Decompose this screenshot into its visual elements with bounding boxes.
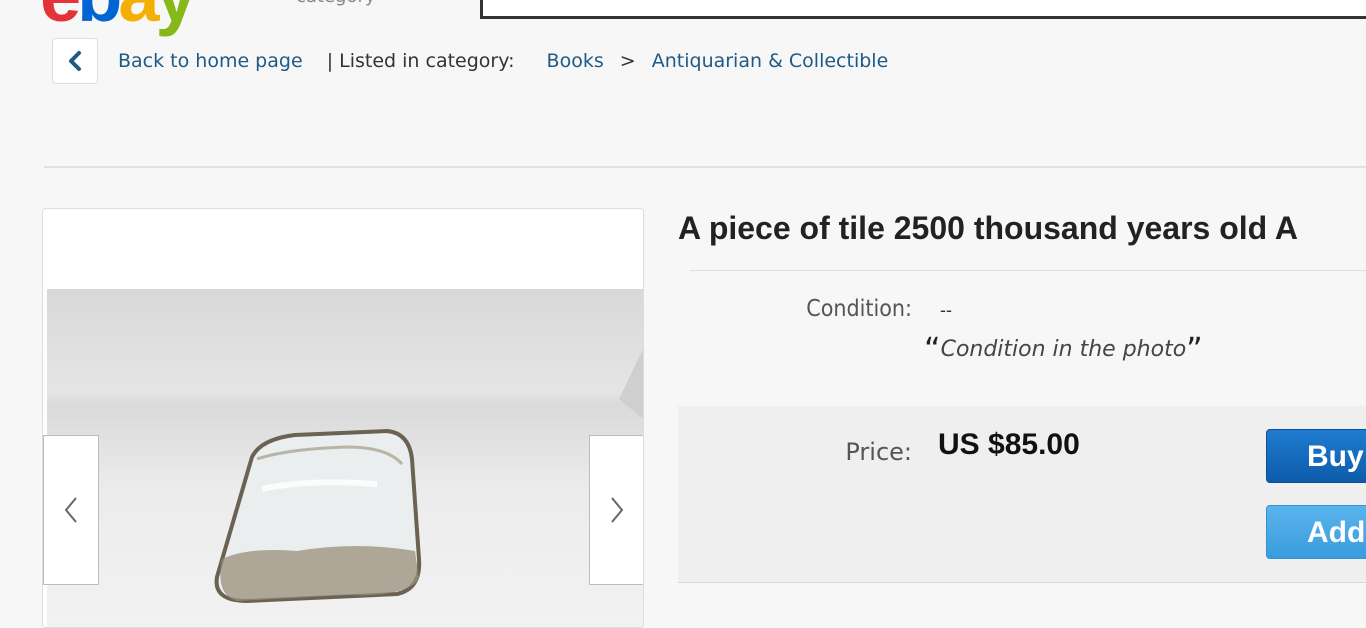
logo-letter: a	[118, 0, 159, 37]
item-title: A piece of tile 2500 thousand years old …	[678, 210, 1299, 246]
header-divider	[44, 166, 1366, 168]
shop-by-category-label[interactable]: category	[296, 0, 376, 7]
tile-image	[214, 349, 643, 604]
category-antiquarian-link[interactable]: Antiquarian & Collectible	[652, 50, 889, 72]
breadcrumb-separator: >	[619, 50, 636, 72]
logo-letter: e	[40, 0, 81, 37]
chevron-left-icon	[69, 51, 81, 71]
ebay-logo[interactable]: ebay	[40, 0, 197, 33]
logo-letter: b	[77, 0, 122, 37]
chevron-right-icon	[611, 497, 624, 523]
condition-note: “Condition in the photo”	[924, 330, 1203, 368]
price-label: Price:	[845, 438, 912, 466]
condition-value: --	[940, 300, 952, 320]
logo-letter: y	[156, 0, 197, 37]
price-panel-divider	[678, 582, 1366, 583]
search-input[interactable]	[480, 0, 1366, 19]
back-to-home-link[interactable]: Back to home page	[118, 50, 303, 72]
item-photo[interactable]	[47, 289, 643, 627]
gallery-next-button[interactable]	[589, 435, 643, 585]
category-books-link[interactable]: Books	[547, 50, 604, 72]
condition-label: Condition:	[806, 296, 912, 322]
gallery-prev-button[interactable]	[43, 435, 99, 585]
condition-note-text: Condition in the photo	[940, 337, 1187, 362]
image-gallery	[42, 208, 644, 628]
listed-in-label: | Listed in category:	[326, 50, 515, 72]
chevron-left-icon	[64, 497, 77, 523]
buy-it-now-button[interactable]: Buy	[1266, 429, 1366, 483]
add-to-cart-button[interactable]: Add	[1266, 505, 1366, 559]
back-button[interactable]	[52, 38, 98, 84]
price-value: US $85.00	[938, 428, 1080, 461]
breadcrumb: Back to home page | Listed in category: …	[118, 50, 888, 72]
title-divider	[690, 270, 1366, 271]
